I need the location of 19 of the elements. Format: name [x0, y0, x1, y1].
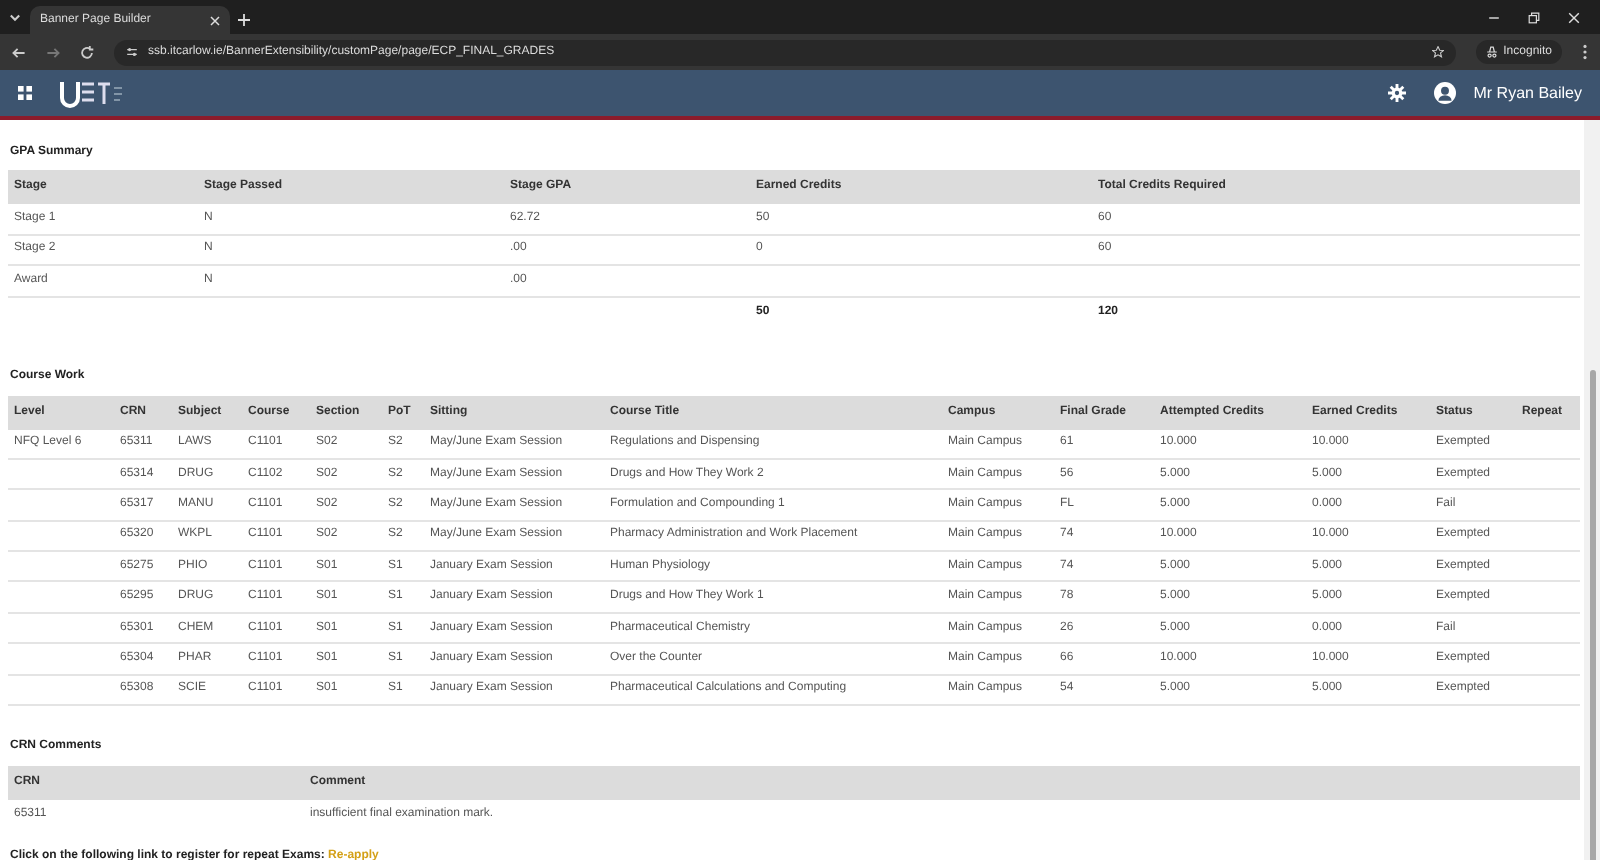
minimize-icon[interactable] — [1488, 12, 1500, 24]
app-grid-icon[interactable] — [18, 86, 32, 100]
user-name[interactable]: Mr Ryan Bailey — [1473, 81, 1582, 105]
more-menu-icon[interactable] — [1582, 44, 1588, 60]
forward-arrow-icon[interactable] — [46, 45, 60, 59]
close-icon[interactable] — [1568, 12, 1580, 24]
chevron-down-icon[interactable] — [8, 10, 22, 24]
logo-icon[interactable] — [60, 79, 124, 107]
reload-icon[interactable] — [80, 45, 94, 59]
incognito-icon — [1485, 46, 1498, 58]
star-icon[interactable] — [1431, 46, 1444, 58]
site-settings-icon[interactable] — [126, 46, 138, 58]
user-avatar-icon[interactable] — [1433, 82, 1456, 104]
plus-icon[interactable] — [238, 14, 250, 26]
restore-icon[interactable] — [1528, 12, 1540, 24]
back-arrow-icon[interactable] — [12, 45, 26, 59]
scrollbar[interactable] — [1584, 120, 1600, 860]
close-icon[interactable] — [210, 15, 220, 25]
settings-icon[interactable] — [1387, 84, 1406, 102]
